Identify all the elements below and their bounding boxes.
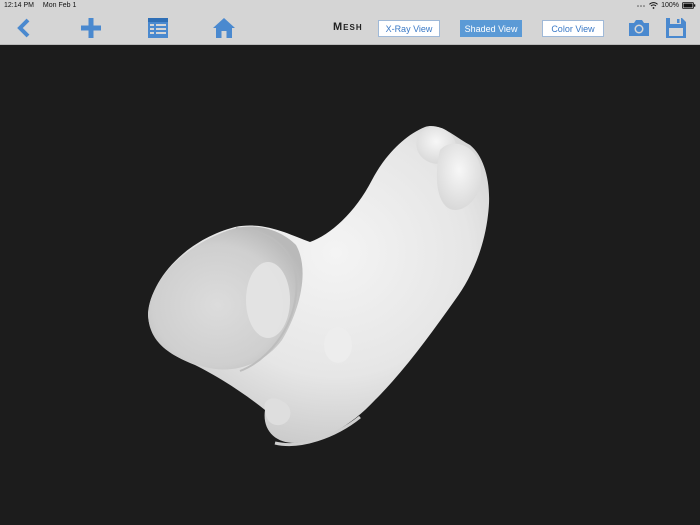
- signal-dots-icon: [636, 3, 646, 9]
- table-list-icon[interactable]: [145, 11, 171, 44]
- camera-icon[interactable]: [626, 11, 652, 44]
- status-time: 12:14 PM: [4, 2, 34, 9]
- malleolus-bump-shape: [324, 327, 352, 363]
- status-bar: 12:14 PM Mon Feb 1 100%: [0, 0, 700, 11]
- back-chevron-icon[interactable]: [12, 11, 36, 44]
- mesh-viewport[interactable]: [0, 45, 700, 525]
- shaded-view-button[interactable]: Shaded View: [460, 20, 522, 37]
- xray-view-button[interactable]: X-Ray View: [378, 20, 440, 37]
- wifi-icon: [649, 2, 658, 9]
- battery-icon: [682, 2, 696, 9]
- mode-label: Mesh: [333, 21, 363, 33]
- home-icon[interactable]: [211, 11, 237, 44]
- color-view-button[interactable]: Color View: [542, 20, 604, 37]
- status-right: 100%: [636, 0, 696, 11]
- save-floppy-icon[interactable]: [664, 11, 688, 44]
- battery-percent: 100%: [661, 2, 679, 9]
- status-left: 12:14 PM Mon Feb 1: [4, 0, 76, 11]
- add-plus-icon[interactable]: [78, 11, 104, 44]
- app-screen: 12:14 PM Mon Feb 1 100% Mesh X-Ray View …: [0, 0, 700, 525]
- status-date: Mon Feb 1: [42, 2, 77, 9]
- foot-mesh-render: [148, 126, 490, 447]
- ankle-bump-shape: [246, 262, 290, 338]
